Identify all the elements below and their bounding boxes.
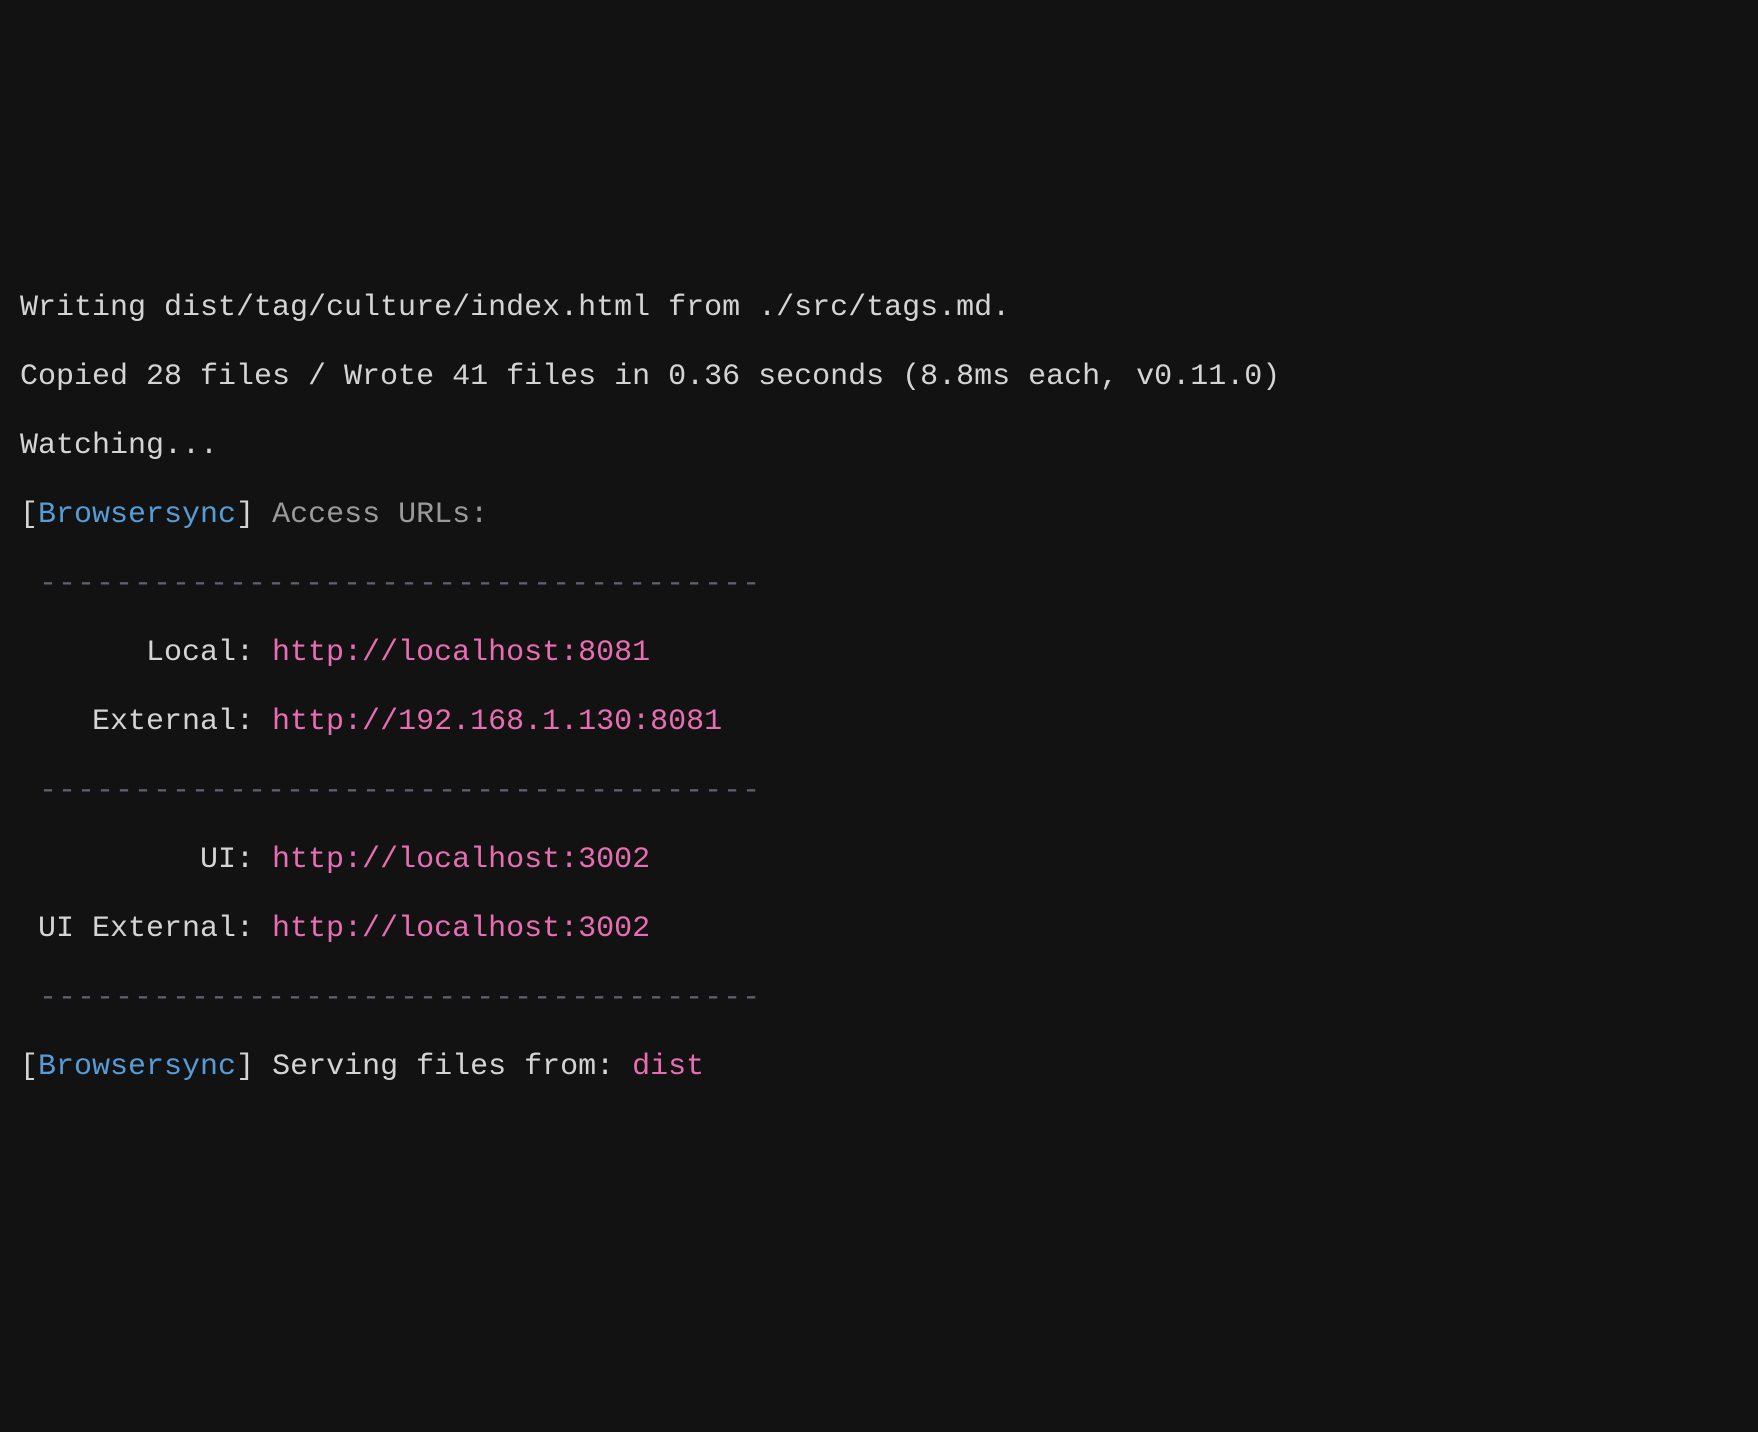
log-line-serving: [Browsersync] Serving files from: dist [20, 1033, 1738, 1102]
log-line-external: External: http://192.168.1.130:8081 [20, 688, 1738, 757]
external-url[interactable]: http://192.168.1.130:8081 [272, 705, 722, 739]
copied-text: Copied 28 files / Wrote 41 files in 0.36… [20, 360, 1280, 394]
ui-label: UI: [20, 843, 272, 877]
watching-text: Watching... [20, 429, 218, 463]
log-line-copied: Copied 28 files / Wrote 41 files in 0.36… [20, 343, 1738, 412]
access-urls-label: Access URLs: [254, 498, 488, 532]
external-label: External: [20, 705, 272, 739]
serving-text: Serving files from: [254, 1050, 632, 1084]
log-line-access-urls: [Browsersync] Access URLs: [20, 481, 1738, 550]
separator-dashes-2: -------------------------------------- [20, 757, 1738, 826]
ui-external-label: UI External: [20, 912, 272, 946]
log-line-local: Local: http://localhost:8081 [20, 619, 1738, 688]
bracket-close: ] [236, 498, 254, 532]
browsersync-label: Browsersync [38, 498, 236, 532]
dist-folder: dist [632, 1050, 704, 1084]
log-line-ui-external: UI External: http://localhost:3002 [20, 895, 1738, 964]
separator-dashes-3: -------------------------------------- [20, 964, 1738, 1033]
log-line-ui: UI: http://localhost:3002 [20, 826, 1738, 895]
bracket-close-2: ] [236, 1050, 254, 1084]
local-label: Local: [20, 636, 272, 670]
bracket-open: [ [20, 498, 38, 532]
writing-text: Writing dist/tag/culture/index.html from… [20, 291, 1010, 325]
bracket-open-2: [ [20, 1050, 38, 1084]
log-line-writing: Writing dist/tag/culture/index.html from… [20, 274, 1738, 343]
ui-external-url[interactable]: http://localhost:3002 [272, 912, 650, 946]
log-line-watching: Watching... [20, 412, 1738, 481]
local-url[interactable]: http://localhost:8081 [272, 636, 650, 670]
separator-dashes-1: -------------------------------------- [20, 550, 1738, 619]
ui-url[interactable]: http://localhost:3002 [272, 843, 650, 877]
browsersync-label-2: Browsersync [38, 1050, 236, 1084]
